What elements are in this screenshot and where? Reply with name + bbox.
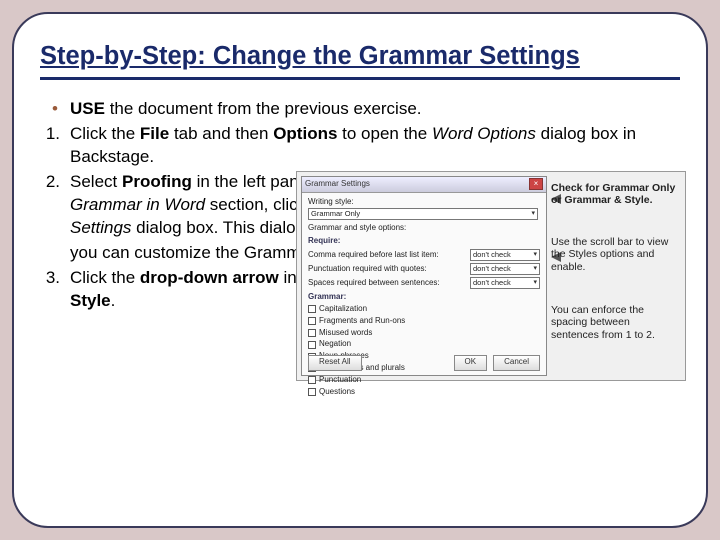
- chevron-down-icon: ▾: [531, 209, 535, 218]
- options-label: Grammar and style options:: [308, 223, 540, 234]
- grammar-settings-dialog: Grammar Settings × Writing style: Gramma…: [301, 176, 547, 376]
- chk-7[interactable]: Questions: [308, 387, 540, 398]
- bullet-emph: USE: [70, 99, 105, 118]
- chevron-down-icon: ▾: [533, 278, 537, 287]
- step-1-num: 1.: [40, 123, 70, 169]
- req-sel-2[interactable]: don't check▾: [470, 277, 540, 289]
- step-1: 1. Click the File tab and then Options t…: [40, 123, 680, 169]
- req-sel-0[interactable]: don't check▾: [470, 249, 540, 261]
- dialog-buttons: Reset All OK Cancel: [302, 355, 546, 371]
- chk-6[interactable]: Punctuation: [308, 375, 540, 386]
- grammar-header: Grammar:: [308, 292, 540, 303]
- checkbox-icon: [308, 317, 316, 325]
- chevron-down-icon: ▾: [533, 250, 537, 259]
- checkbox-icon: [308, 305, 316, 313]
- req-row-0: Comma required before last list item:don…: [308, 249, 540, 261]
- ok-button[interactable]: OK: [454, 355, 488, 371]
- callout-1: Check for Grammar Only or Grammar & Styl…: [551, 182, 679, 207]
- checkbox-icon: [308, 329, 316, 337]
- cancel-button[interactable]: Cancel: [493, 355, 540, 371]
- dialog-title-text: Grammar Settings: [305, 179, 370, 190]
- chk-0[interactable]: Capitalization: [308, 304, 540, 315]
- writing-style-value: Grammar Only: [311, 209, 360, 219]
- content-area: • USE the document from the previous exe…: [40, 98, 680, 312]
- checkbox-icon: [308, 376, 316, 384]
- writing-style-dropdown[interactable]: Grammar Only ▾: [308, 208, 538, 220]
- close-icon[interactable]: ×: [529, 178, 543, 190]
- step-1-text: Click the File tab and then Options to o…: [70, 123, 680, 169]
- bullet-marker: •: [40, 98, 70, 121]
- req-row-2: Spaces required between sentences:don't …: [308, 277, 540, 289]
- dialog-screenshot: Grammar Settings × Writing style: Gramma…: [296, 171, 686, 381]
- step-3-num: 3.: [40, 267, 70, 313]
- dialog-titlebar: Grammar Settings ×: [302, 177, 546, 193]
- dialog-body: Writing style: Grammar Only ▾ Grammar an…: [302, 193, 546, 403]
- chevron-down-icon: ▾: [533, 264, 537, 273]
- bullet-item: • USE the document from the previous exe…: [40, 98, 680, 121]
- slide: Step-by-Step: Change the Grammar Setting…: [12, 12, 708, 528]
- req-sel-1[interactable]: don't check▾: [470, 263, 540, 275]
- callout-2: Use the scroll bar to view the Styles op…: [551, 236, 679, 274]
- step-2-num: 2.: [40, 171, 70, 240]
- req-row-1: Punctuation required with quotes:don't c…: [308, 263, 540, 275]
- callout-3: You can enforce the spacing between sent…: [551, 304, 679, 342]
- chk-3[interactable]: Negation: [308, 339, 540, 350]
- bullet-rest: the document from the previous exercise.: [105, 99, 422, 118]
- chk-1[interactable]: Fragments and Run-ons: [308, 316, 540, 327]
- checkbox-icon: [308, 388, 316, 396]
- slide-title: Step-by-Step: Change the Grammar Setting…: [40, 42, 680, 80]
- reset-all-button[interactable]: Reset All: [308, 355, 362, 371]
- chk-2[interactable]: Misused words: [308, 328, 540, 339]
- writing-style-label: Writing style:: [308, 197, 540, 208]
- checkbox-icon: [308, 341, 316, 349]
- bullet-text: USE the document from the previous exerc…: [70, 98, 680, 121]
- step-2-wrap: 2. Select Proofing in the left pane and …: [40, 171, 680, 240]
- require-header: Require:: [308, 236, 540, 247]
